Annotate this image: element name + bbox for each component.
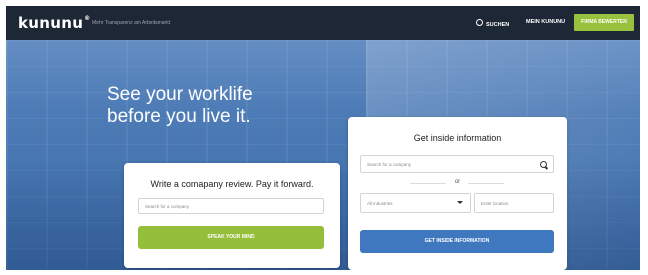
industry-select[interactable]: All industries <box>360 193 471 213</box>
review-company-search-input[interactable]: Search for a company <box>138 198 324 214</box>
page-viewport: kununu® Mehr Transparenz am Arbeitsmarkt… <box>6 6 640 270</box>
review-card-title: Write a comapany review. Pay it forward. <box>150 179 314 189</box>
chevron-down-icon <box>457 201 463 204</box>
rate-company-button[interactable]: FIRMA BEWERTEN <box>574 14 634 31</box>
search-icon[interactable] <box>540 161 547 168</box>
review-card: Write a comapany review. Pay it forward.… <box>124 163 340 268</box>
get-inside-information-button[interactable]: GET INSIDE INFORMATION <box>360 230 554 253</box>
divider-right <box>468 183 504 184</box>
speak-your-mind-button[interactable]: SPEAK YOUR MIND <box>138 226 324 249</box>
kununu-logo[interactable]: kununu® <box>18 14 90 32</box>
info-card: Get inside information Search for a comp… <box>348 117 567 270</box>
nav-search-link[interactable]: SUCHEN <box>476 19 509 28</box>
browser-frame: kununu® Mehr Transparenz am Arbeitsmarkt… <box>0 0 648 275</box>
search-icon <box>476 19 483 26</box>
info-card-title: Get inside information <box>413 133 502 143</box>
nav-my-kununu-link[interactable]: MEIN KUNUNU <box>526 19 565 25</box>
or-separator: or <box>454 179 461 185</box>
location-input[interactable]: Enter location <box>474 193 554 213</box>
hero-headline: See your worklife before you live it. <box>107 84 253 127</box>
info-company-search-input[interactable]: Search for a company <box>360 155 554 173</box>
tagline: Mehr Transparenz am Arbeitsmarkt <box>92 20 171 26</box>
top-navbar: kununu® Mehr Transparenz am Arbeitsmarkt… <box>6 6 640 40</box>
